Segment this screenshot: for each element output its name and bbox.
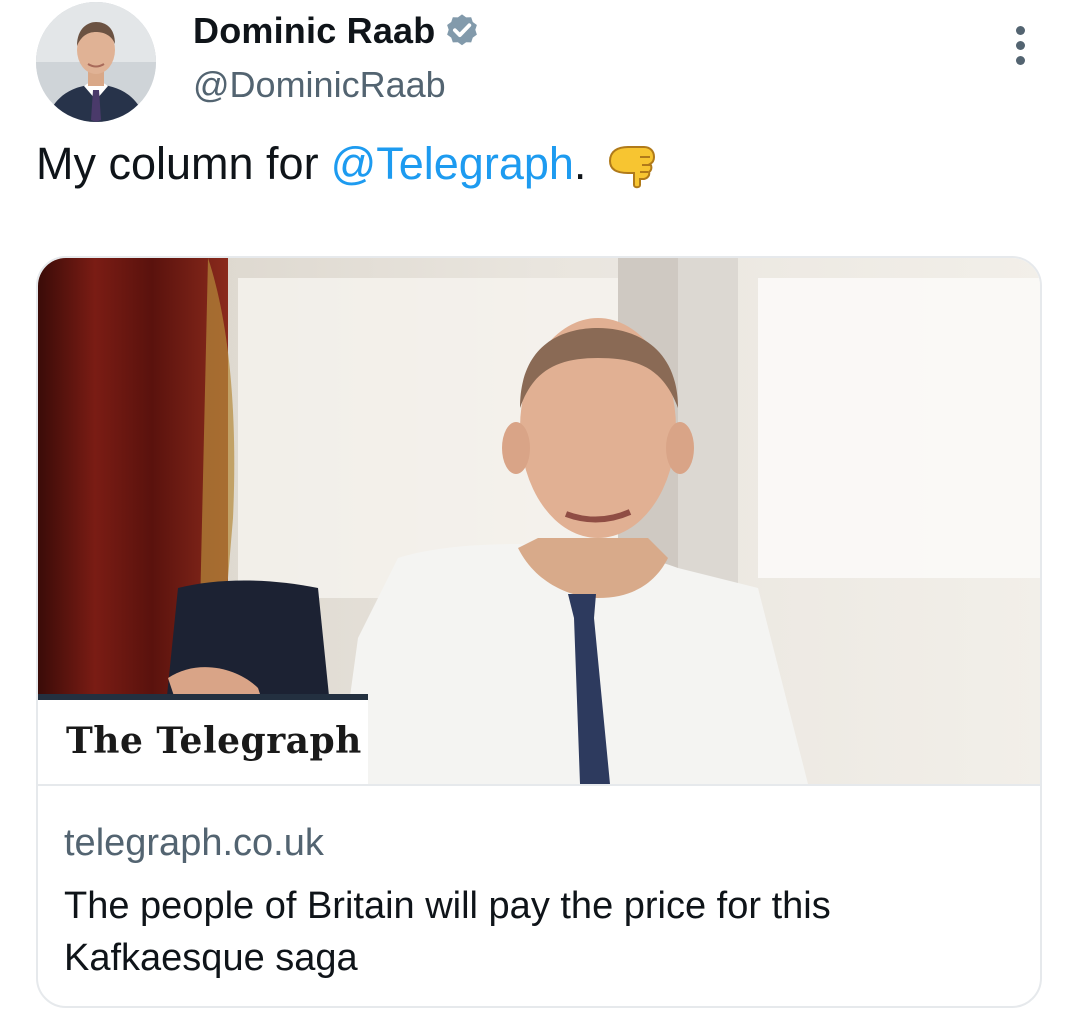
verified-badge-icon[interactable] [443,12,481,50]
author-name-row: Dominic Raab [193,10,481,52]
menu-dot [1015,56,1025,65]
card-image: The Telegraph [38,258,1040,784]
more-vertical-icon[interactable] [1008,26,1032,74]
tweet-text-suffix: . [573,138,587,189]
card-domain: telegraph.co.uk [64,822,324,864]
menu-dot [1015,26,1025,35]
brand-logo-text: The Telegraph [66,720,362,762]
pointing-down-hand-icon [604,139,662,189]
link-card[interactable]: The Telegraph telegraph.co.uk The people… [36,256,1042,1008]
display-name[interactable]: Dominic Raab [193,10,435,52]
brand-badge: The Telegraph [38,694,368,784]
tweet: Dominic Raab @DominicRaab My column for … [0,0,1079,1024]
avatar[interactable] [36,2,156,122]
author-handle[interactable]: @DominicRaab [193,64,446,106]
avatar-photo [36,2,156,122]
mention-link[interactable]: @Telegraph [331,138,574,190]
tweet-text-prefix: My column for [36,138,319,189]
menu-dot [1015,41,1025,50]
card-title: The people of Britain will pay the price… [64,885,831,979]
card-meta: telegraph.co.uk The people of Britain wi… [38,784,1040,1006]
tweet-text: My column for @Telegraph . [36,138,662,190]
